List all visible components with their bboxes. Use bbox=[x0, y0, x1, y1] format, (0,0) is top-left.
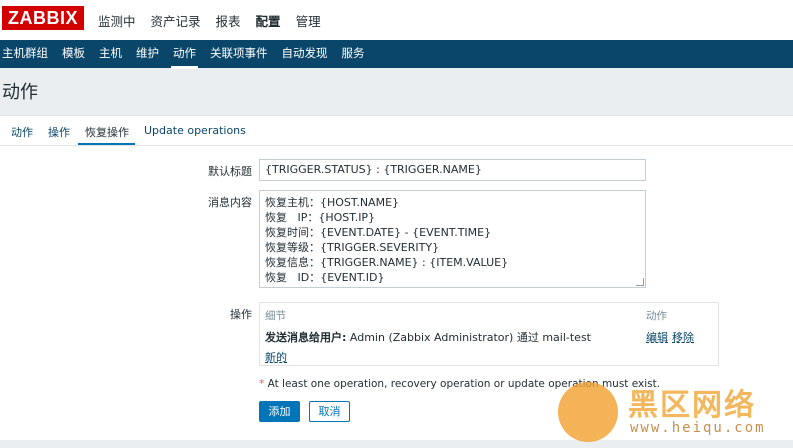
tab-operations[interactable]: 操作 bbox=[48, 124, 70, 140]
operation-type: 发送消息给用户: bbox=[265, 331, 347, 344]
top-header: ZABBIX 监测中 资产记录 报表 配置 管理 bbox=[0, 0, 793, 40]
col-details-header: 细节 bbox=[265, 310, 286, 322]
message-line: 恢复时间：{EVENT.DATE} - {EVENT.TIME} bbox=[265, 226, 492, 239]
operations-table: 细节 动作 发送消息给用户: Admin (Zabbix Administrat… bbox=[259, 302, 719, 366]
sub-menu-hosts[interactable]: 主机 bbox=[97, 40, 124, 68]
active-tab-indicator bbox=[78, 143, 135, 145]
main-menu-reports[interactable]: 报表 bbox=[216, 11, 241, 30]
tab-update-operations[interactable]: Update operations bbox=[144, 124, 246, 137]
new-operation-link[interactable]: 新的 bbox=[265, 349, 287, 365]
operation-detail: Admin (Zabbix Administrator) 通过 mail-tes… bbox=[346, 331, 591, 344]
message-line: 恢复 IP：{HOST.IP} bbox=[265, 211, 376, 224]
main-menu: 监测中 资产记录 报表 配置 管理 bbox=[98, 11, 336, 30]
message-line: 恢复信息：{TRIGGER.NAME} : {ITEM.VALUE} bbox=[265, 256, 509, 269]
sub-menu-actions[interactable]: 动作 bbox=[171, 40, 198, 69]
main-menu-monitoring[interactable]: 监测中 bbox=[98, 11, 136, 30]
sub-menu-maintenance[interactable]: 维护 bbox=[134, 40, 161, 68]
message-line: 恢复 ID：{EVENT.ID} bbox=[265, 271, 385, 284]
sub-menu-discovery[interactable]: 自动发现 bbox=[280, 40, 330, 68]
message-textarea[interactable]: 恢复主机：{HOST.NAME} 恢复 IP：{HOST.IP} 恢复时间：{E… bbox=[259, 190, 646, 288]
cancel-button[interactable]: 取消 bbox=[309, 401, 350, 422]
col-action-header: 动作 bbox=[646, 310, 667, 322]
form-tabs: 动作 操作 恢复操作 Update operations bbox=[0, 116, 793, 146]
zabbix-logo[interactable]: ZABBIX bbox=[2, 6, 84, 30]
operation-row: 发送消息给用户: Admin (Zabbix Administrator) 通过… bbox=[265, 329, 591, 345]
watermark-url: www.heiqu.com bbox=[630, 420, 766, 436]
sub-menu-bar: 主机群组 模板 主机 维护 动作 关联项事件 自动发现 服务 bbox=[0, 40, 793, 69]
sub-menu-event-correlation[interactable]: 关联项事件 bbox=[208, 40, 270, 68]
edit-operation-link[interactable]: 编辑 bbox=[646, 329, 668, 345]
sub-menu: 主机群组 模板 主机 维护 动作 关联项事件 自动发现 服务 bbox=[0, 40, 377, 69]
sub-menu-templates[interactable]: 模板 bbox=[60, 40, 87, 68]
main-menu-administration[interactable]: 管理 bbox=[296, 11, 321, 30]
required-star: * bbox=[259, 378, 265, 390]
default-subject-input[interactable]: {TRIGGER.STATUS} : {TRIGGER.NAME} bbox=[259, 159, 646, 181]
tab-recovery-operations[interactable]: 恢复操作 bbox=[85, 124, 129, 140]
message-line: 恢复等级：{TRIGGER.SEVERITY} bbox=[265, 241, 440, 254]
message-line: 恢复主机：{HOST.NAME} bbox=[265, 196, 400, 209]
main-menu-configuration[interactable]: 配置 bbox=[256, 11, 281, 30]
message-label: 消息内容 bbox=[208, 196, 252, 209]
main-menu-inventory[interactable]: 资产记录 bbox=[151, 11, 201, 30]
watermark-logo-icon bbox=[558, 382, 618, 442]
add-button[interactable]: 添加 bbox=[259, 401, 300, 422]
sub-menu-services[interactable]: 服务 bbox=[340, 40, 367, 68]
remove-operation-link[interactable]: 移除 bbox=[672, 329, 694, 345]
tab-action[interactable]: 动作 bbox=[11, 124, 33, 140]
watermark-text: 黑区网络 bbox=[628, 388, 756, 423]
page-title: 动作 bbox=[2, 82, 38, 103]
default-subject-label: 默认标题 bbox=[208, 165, 252, 178]
operations-label: 操作 bbox=[230, 308, 252, 321]
resize-handle[interactable] bbox=[636, 278, 644, 286]
sub-menu-host-groups[interactable]: 主机群组 bbox=[0, 40, 50, 68]
